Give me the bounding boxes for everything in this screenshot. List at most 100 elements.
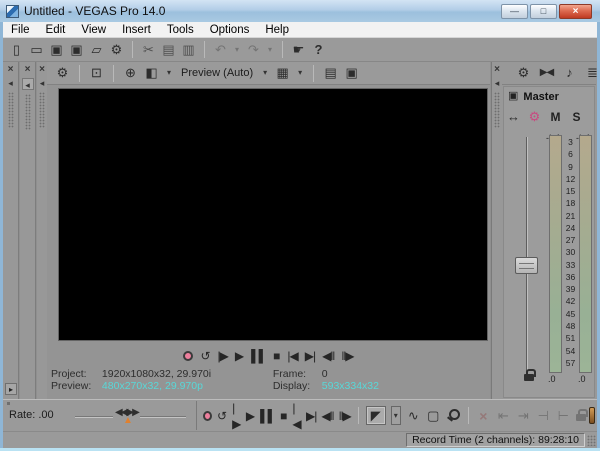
record-button[interactable] bbox=[203, 411, 212, 421]
menu-insert[interactable]: Insert bbox=[114, 24, 159, 36]
cut-button[interactable]: ✂ bbox=[141, 40, 156, 60]
preview-quality-button[interactable]: Preview (Auto) bbox=[179, 63, 255, 83]
loop-playback-button[interactable]: ↺ bbox=[217, 408, 227, 424]
solo-button[interactable]: S bbox=[569, 107, 584, 127]
copy-button[interactable]: ▤ bbox=[161, 40, 176, 60]
mute-button[interactable]: M bbox=[548, 107, 563, 127]
insert-fx-button[interactable]: ≣ bbox=[585, 63, 600, 83]
playback-rate-pane: Rate: .00 ◀◀▶▶ ▲ bbox=[3, 401, 197, 430]
menu-help[interactable]: Help bbox=[257, 24, 297, 36]
grip-handle[interactable] bbox=[39, 92, 45, 128]
play-button[interactable]: ▶ bbox=[235, 348, 244, 364]
volume-fader-track[interactable] bbox=[526, 137, 527, 373]
redo-button[interactable]: ↷ bbox=[246, 40, 261, 60]
overlays-dropdown[interactable]: ▾ bbox=[296, 63, 304, 83]
window-controls: — □ × bbox=[499, 4, 592, 19]
record-button[interactable] bbox=[183, 351, 193, 361]
maximize-button[interactable]: □ bbox=[530, 4, 557, 19]
normal-edit-tool-dropdown[interactable]: ▾ bbox=[391, 406, 401, 425]
close-icon[interactable]: × bbox=[39, 65, 45, 74]
project-video-properties-button[interactable]: ⚙ bbox=[55, 63, 70, 83]
restore-channel-icon[interactable]: ▣ bbox=[508, 90, 518, 103]
go-to-end-button[interactable]: ▶| bbox=[306, 408, 316, 424]
close-icon[interactable]: × bbox=[494, 65, 500, 74]
split-screen-view-button[interactable]: ◧ bbox=[144, 63, 159, 83]
resize-grip[interactable] bbox=[587, 435, 596, 446]
undo-button[interactable]: ↶ bbox=[213, 40, 228, 60]
play-from-start-button[interactable]: |▶ bbox=[218, 348, 228, 364]
save-as-button[interactable]: ▣ bbox=[69, 40, 84, 60]
menu-view[interactable]: View bbox=[73, 24, 114, 36]
zoom-edit-tool-button[interactable] bbox=[446, 408, 461, 423]
video-output-fx-button[interactable]: ⊕ bbox=[123, 63, 138, 83]
new-project-button[interactable]: ▯ bbox=[9, 40, 24, 60]
volume-fader-handle[interactable] bbox=[515, 257, 538, 274]
mixer-properties-button[interactable]: ⚙ bbox=[516, 63, 531, 83]
master-fx-button[interactable]: ⚙ bbox=[527, 107, 542, 127]
go-to-end-button[interactable]: ▶| bbox=[305, 348, 315, 364]
previous-frame-button[interactable]: ◀‖ bbox=[321, 408, 333, 424]
collapse-icon[interactable]: ◂ bbox=[22, 78, 34, 90]
save-snapshot-button[interactable]: ▣ bbox=[344, 63, 359, 83]
trim-start-button[interactable]: ⇤ bbox=[496, 406, 511, 426]
next-frame-button[interactable]: ‖▶ bbox=[341, 348, 353, 364]
normal-edit-tool-button[interactable]: ◤ bbox=[366, 406, 386, 425]
pause-button[interactable]: ▌▌ bbox=[251, 348, 266, 364]
meter-scale-label: 9 bbox=[568, 163, 573, 172]
delete-button[interactable]: × bbox=[476, 406, 491, 426]
paste-button[interactable]: ▥ bbox=[181, 40, 196, 60]
lock-fader-icon[interactable] bbox=[524, 369, 535, 382]
menu-file[interactable]: File bbox=[3, 24, 38, 36]
project-properties-button[interactable]: ⚙ bbox=[109, 40, 124, 60]
stop-button[interactable]: ■ bbox=[280, 408, 287, 424]
import-media-button[interactable]: ▱ bbox=[89, 40, 104, 60]
expand-dock-button[interactable]: ▸ bbox=[5, 383, 17, 395]
grip-handle[interactable] bbox=[8, 92, 14, 128]
grip-handle[interactable] bbox=[25, 94, 31, 130]
grip-handle[interactable] bbox=[494, 92, 500, 128]
collapse-icon[interactable]: ◂ bbox=[8, 78, 13, 88]
external-monitor-button[interactable]: ⊡ bbox=[89, 63, 104, 83]
menu-edit[interactable]: Edit bbox=[38, 24, 74, 36]
close-icon[interactable]: × bbox=[25, 65, 31, 74]
docked-window-strip-1: × ◂ ▸ bbox=[3, 62, 19, 399]
marker-pen-icon[interactable] bbox=[589, 407, 595, 424]
loop-playback-button[interactable]: ↺ bbox=[200, 348, 210, 364]
trim-adjacent-left-button[interactable]: ⊣ bbox=[536, 406, 551, 426]
redo-dropdown[interactable]: ▾ bbox=[266, 40, 274, 60]
menu-tools[interactable]: Tools bbox=[159, 24, 202, 36]
overlays-button[interactable]: ▦ bbox=[275, 63, 290, 83]
go-to-start-button[interactable]: |◀ bbox=[287, 348, 297, 364]
menu-options[interactable]: Options bbox=[202, 24, 258, 36]
collapse-icon[interactable]: ◂ bbox=[495, 78, 500, 88]
trim-adjacent-right-button[interactable]: ⊢ bbox=[556, 406, 571, 426]
split-screen-dropdown[interactable]: ▾ bbox=[165, 63, 173, 83]
rate-marker[interactable]: ▲ bbox=[123, 415, 133, 426]
trim-end-button[interactable]: ⇥ bbox=[516, 406, 531, 426]
next-frame-button[interactable]: ‖▶ bbox=[339, 408, 351, 424]
meter-scale-label: 48 bbox=[566, 322, 575, 331]
record-time-field: Record Time (2 channels): 89:28:10 bbox=[406, 433, 585, 447]
stop-button[interactable]: ■ bbox=[273, 348, 280, 364]
previous-frame-button[interactable]: ◀‖ bbox=[322, 348, 334, 364]
envelope-edit-tool-button[interactable]: ∿ bbox=[406, 406, 421, 426]
go-to-start-button[interactable]: |◀ bbox=[292, 400, 301, 432]
copy-snapshot-button[interactable]: ▤ bbox=[323, 63, 338, 83]
save-button[interactable]: ▣ bbox=[49, 40, 64, 60]
undo-dropdown[interactable]: ▾ bbox=[233, 40, 241, 60]
close-button[interactable]: × bbox=[559, 4, 592, 19]
close-icon[interactable]: × bbox=[8, 65, 14, 74]
pause-button[interactable]: ▌▌ bbox=[260, 408, 275, 424]
minimize-button[interactable]: — bbox=[501, 4, 528, 19]
open-button[interactable]: ▭ bbox=[29, 40, 44, 60]
insert-audio-input-bus-button[interactable]: ♪ bbox=[562, 63, 577, 83]
play-from-start-button[interactable]: |▶ bbox=[232, 400, 241, 432]
downmix-output-button[interactable]: ↔ bbox=[506, 107, 521, 127]
preview-quality-dropdown[interactable]: ▾ bbox=[261, 63, 269, 83]
interactive-tutorials-button[interactable]: ☛ bbox=[291, 40, 306, 60]
selection-edit-tool-button[interactable]: ▢ bbox=[426, 406, 441, 426]
whats-this-help-button[interactable]: ? bbox=[311, 40, 326, 60]
insert-bus-button[interactable]: ▶◀ bbox=[539, 63, 554, 83]
collapse-icon[interactable]: ◂ bbox=[40, 78, 45, 88]
play-button[interactable]: ▶ bbox=[246, 408, 255, 424]
